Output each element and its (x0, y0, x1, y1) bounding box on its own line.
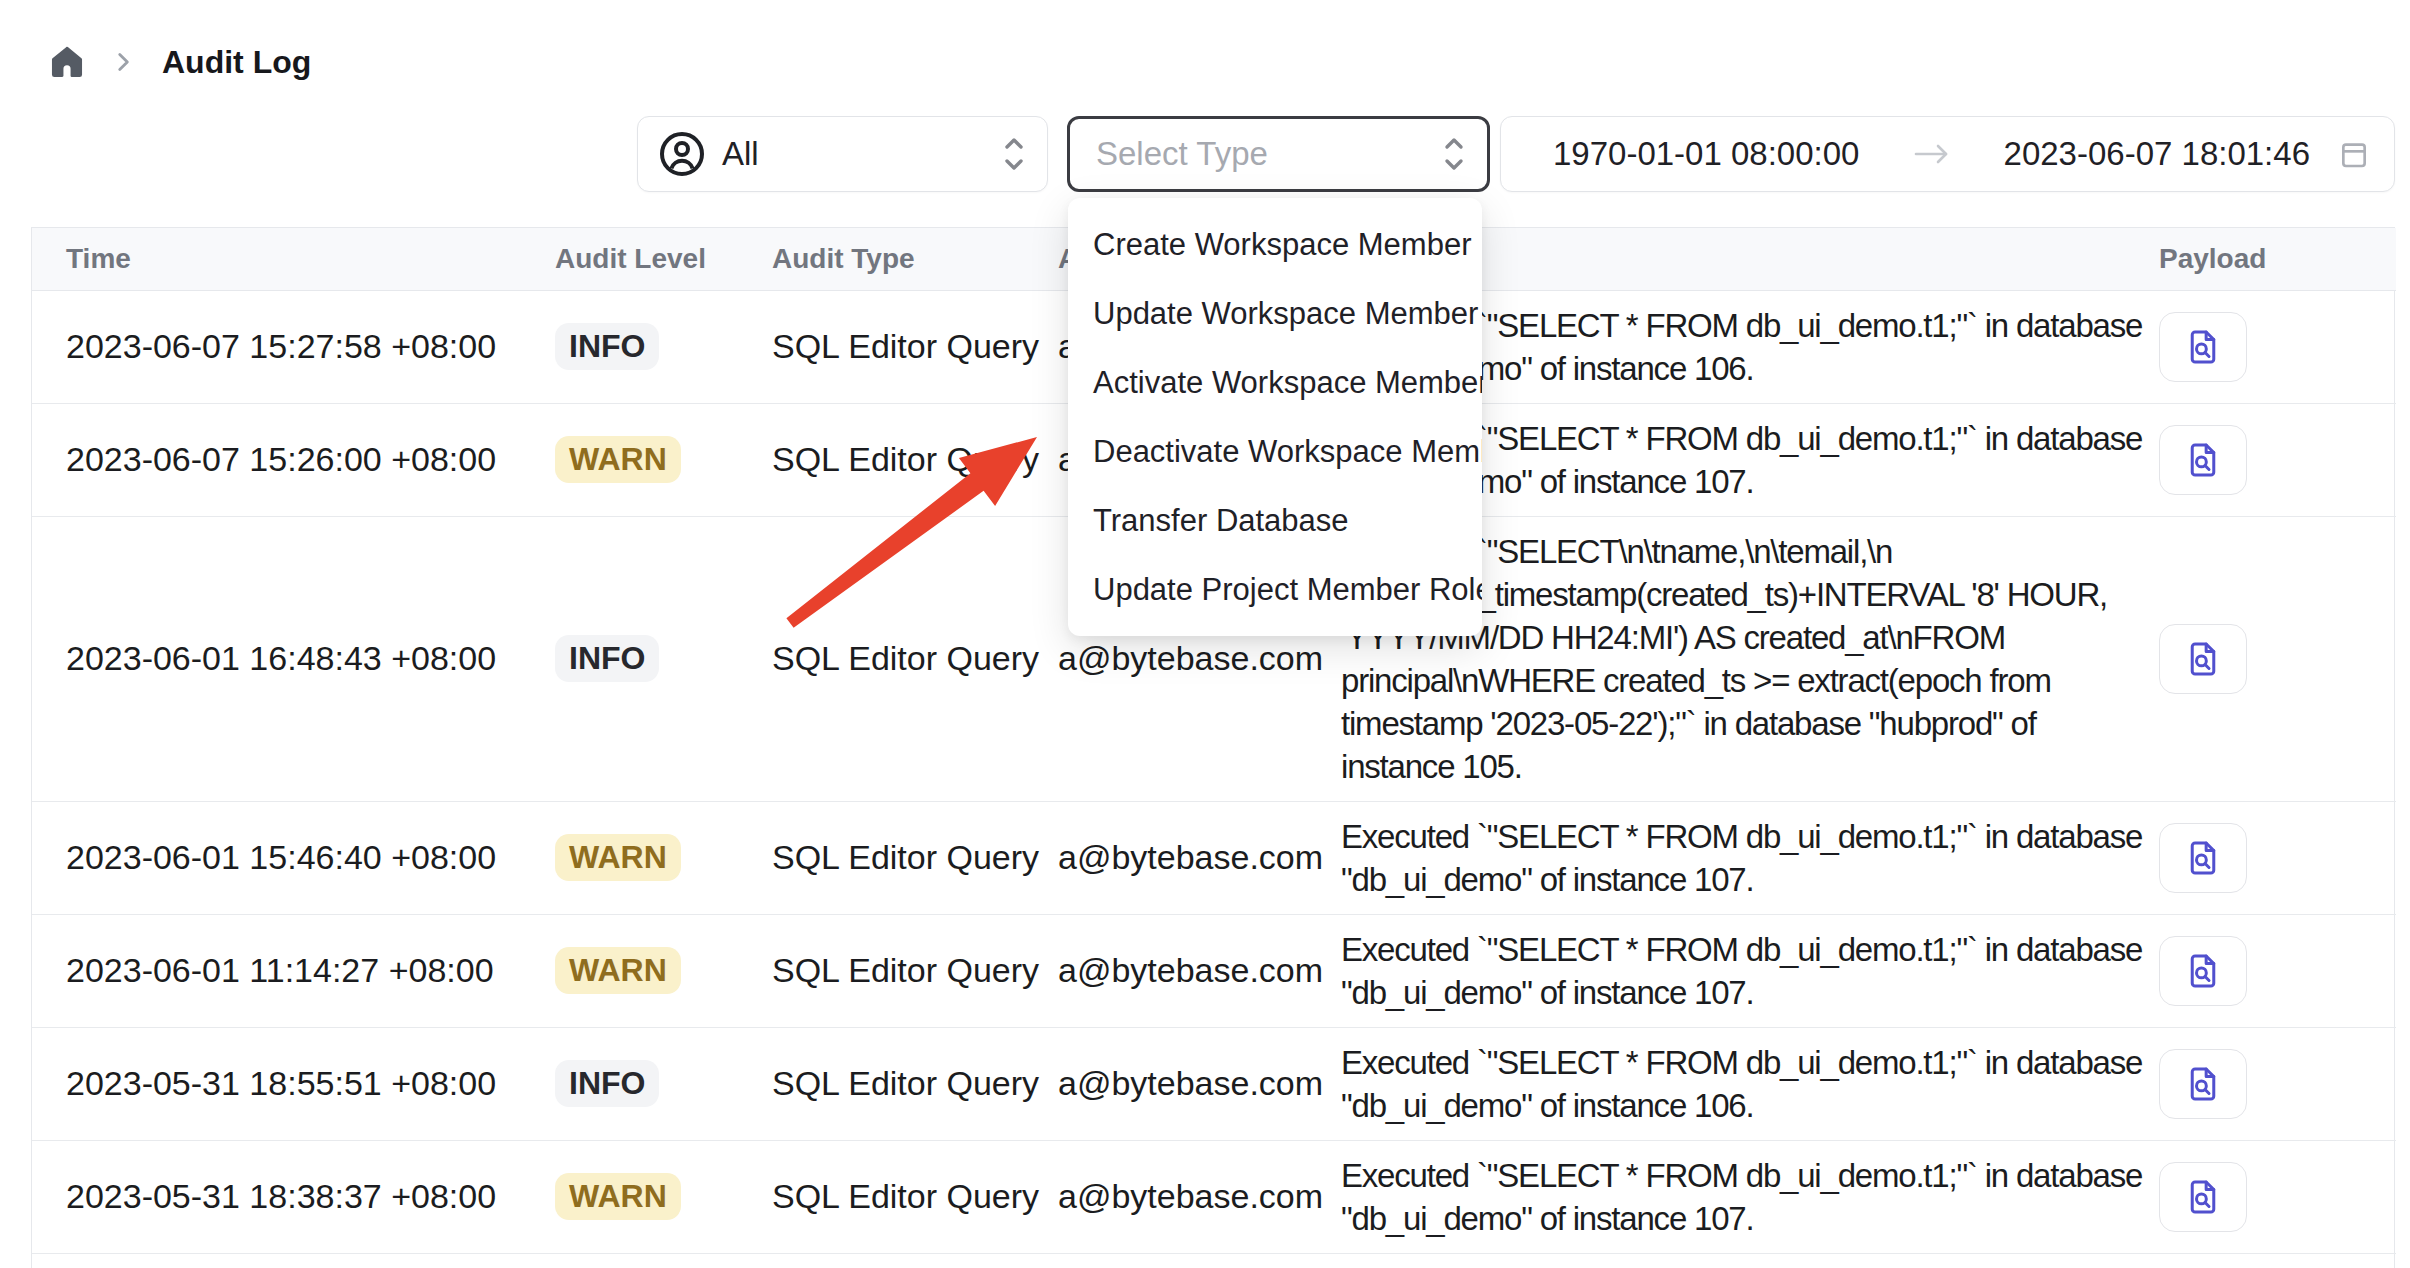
breadcrumb-chevron-icon (110, 49, 136, 75)
row-actor: a@bytebase.com (1058, 1177, 1323, 1215)
audit-level-badge: INFO (555, 323, 659, 370)
calendar-icon (2338, 137, 2370, 171)
audit-level-badge: INFO (555, 635, 659, 682)
actor-filter-value: All (722, 135, 759, 173)
file-search-icon (2184, 838, 2222, 878)
audit-log-row: 2023-05-31 18:38:37 +08:00 WARN SQL Edit… (32, 1140, 2396, 1253)
select-carets-icon (1443, 135, 1465, 173)
payload-view-button[interactable] (2159, 624, 2247, 694)
row-time: 2023-06-01 11:14:27 +08:00 (66, 951, 494, 989)
type-menu-item[interactable]: Update Workspace Member (1068, 279, 1482, 348)
payload-view-button[interactable] (2159, 823, 2247, 893)
file-search-icon (2184, 1064, 2222, 1104)
row-comment: Executed `"SELECT * FROM db_ui_demo.t1;"… (1341, 1041, 2147, 1127)
audit-level-badge: WARN (555, 1173, 681, 1220)
page-title: Audit Log (162, 44, 311, 81)
audit-log-row: 2023-05-31 18:55:51 +08:00 INFO SQL Edit… (32, 1027, 2396, 1140)
column-header-audit-level: Audit Level (555, 228, 772, 290)
row-audit-type: SQL Editor Query (772, 1177, 1039, 1215)
row-comment: Executed `"SELECT * FROM db_ui_demo.t1;"… (1341, 815, 2147, 901)
breadcrumb: Audit Log (48, 40, 311, 84)
type-menu-item[interactable]: Update Project Member Role (1068, 555, 1482, 624)
arrow-right-icon (1859, 140, 2003, 168)
audit-level-badge: WARN (555, 834, 681, 881)
row-actor: a@bytebase.com (1058, 951, 1323, 989)
file-search-icon (2184, 951, 2222, 991)
row-time: 2023-06-01 15:46:40 +08:00 (66, 838, 496, 876)
date-range-end[interactable]: 2023-06-07 18:01:46 (2004, 135, 2310, 173)
row-time: 2023-05-31 18:38:37 +08:00 (66, 1177, 496, 1215)
actor-filter-select[interactable]: All (637, 116, 1048, 192)
audit-log-row: 2023-06-01 15:46:40 +08:00 WARN SQL Edit… (32, 801, 2396, 914)
column-header-audit-type: Audit Type (772, 228, 1058, 290)
row-audit-type: SQL Editor Query (772, 838, 1039, 876)
row-actor: a@bytebase.com (1058, 639, 1323, 677)
audit-log-row: 2023-06-01 11:14:27 +08:00 WARN SQL Edit… (32, 914, 2396, 1027)
file-search-icon (2184, 327, 2222, 367)
row-actor: a@bytebase.com (1058, 1064, 1323, 1102)
annotation-arrow (770, 420, 1060, 650)
home-icon[interactable] (48, 43, 86, 81)
payload-view-button[interactable] (2159, 312, 2247, 382)
type-filter-placeholder: Select Type (1096, 135, 1268, 173)
type-menu-item[interactable]: Activate Workspace Member (1068, 348, 1482, 417)
column-header-time: Time (32, 228, 555, 290)
audit-level-badge: WARN (555, 436, 681, 483)
user-circle-icon (658, 130, 706, 178)
type-menu-item[interactable]: Deactivate Workspace Member (1068, 417, 1482, 486)
row-comment: Executed `"SELECT * FROM db_ui_demo.t1;"… (1341, 928, 2147, 1014)
row-time: 2023-06-07 15:26:00 +08:00 (66, 440, 496, 478)
row-time: 2023-06-01 16:48:43 +08:00 (66, 639, 496, 677)
row-audit-type: SQL Editor Query (772, 1064, 1039, 1102)
file-search-icon (2184, 440, 2222, 480)
payload-view-button[interactable] (2159, 425, 2247, 495)
date-range-start[interactable]: 1970-01-01 08:00:00 (1553, 135, 1859, 173)
type-menu-item[interactable]: Create Workspace Member (1068, 210, 1482, 279)
row-time: 2023-05-31 18:55:51 +08:00 (66, 1064, 496, 1102)
row-actor: a@bytebase.com (1058, 838, 1323, 876)
row-comment: Executed `"SELECT * FROM db_ui_demo.t1;"… (1341, 1154, 2147, 1240)
type-select-dropdown-menu: Create Workspace MemberUpdate Workspace … (1068, 198, 1482, 636)
column-header-payload: Payload (2159, 228, 2396, 290)
row-audit-type: SQL Editor Query (772, 951, 1039, 989)
audit-level-badge: WARN (555, 947, 681, 994)
payload-view-button[interactable] (2159, 1049, 2247, 1119)
payload-view-button[interactable] (2159, 1162, 2247, 1232)
payload-view-button[interactable] (2159, 936, 2247, 1006)
type-menu-item[interactable]: Transfer Database (1068, 486, 1482, 555)
row-audit-type: SQL Editor Query (772, 327, 1039, 365)
audit-level-badge: INFO (555, 1060, 659, 1107)
row-time: 2023-06-07 15:27:58 +08:00 (66, 327, 496, 365)
select-carets-icon (1003, 135, 1025, 173)
date-range-picker[interactable]: 1970-01-01 08:00:00 2023-06-07 18:01:46 (1500, 116, 2395, 192)
file-search-icon (2184, 1177, 2222, 1217)
type-filter-select[interactable]: Select Type (1067, 116, 1490, 192)
file-search-icon (2184, 639, 2222, 679)
